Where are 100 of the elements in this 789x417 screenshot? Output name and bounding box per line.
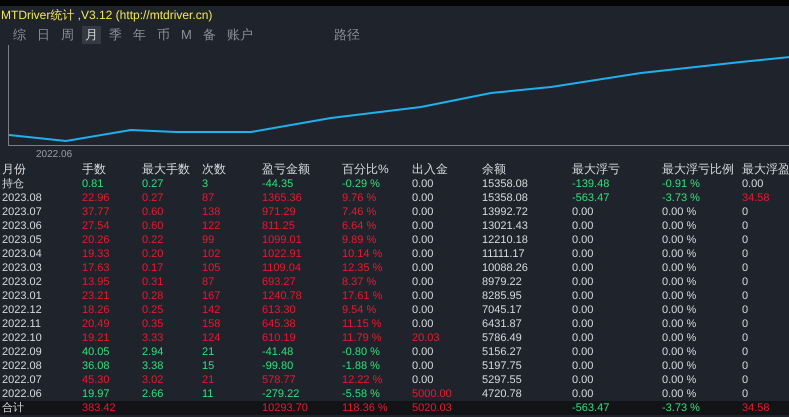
table-cell: 578.77 (262, 374, 296, 386)
table-cell: 0.00 % (662, 318, 696, 330)
row-label: 2022.09 (2, 346, 42, 358)
column-header: 百分比% (342, 162, 389, 176)
table-cell: 8.37 % (342, 276, 376, 288)
table-cell: 9.76 % (342, 192, 376, 204)
tab[interactable]: 备 (200, 26, 219, 44)
table-cell: 0.00 % (662, 248, 696, 260)
table-cell: 5020.03 (412, 402, 452, 414)
table-cell: 7.46 % (342, 206, 376, 218)
table-cell: 0.17 (142, 262, 164, 274)
tab[interactable]: 周 (58, 26, 77, 44)
table-cell: 8285.95 (482, 290, 522, 302)
table-cell: 0.60 (142, 206, 164, 218)
table-cell: 0.00 % (662, 304, 696, 316)
table-cell: 37.77 (82, 206, 110, 218)
table-cell: 8979.22 (482, 276, 522, 288)
table-cell: 11 (202, 388, 214, 400)
table-cell: 0 (742, 290, 748, 302)
tab[interactable]: 币 (154, 26, 173, 44)
table-cell: 0.00 (572, 360, 594, 372)
table-cell: 1109.04 (262, 262, 301, 274)
table-cell: 0 (742, 248, 748, 260)
table-cell: 5156.27 (482, 346, 522, 358)
table-cell: 13.95 (82, 276, 110, 288)
table-cell: 118.36 % (342, 402, 388, 414)
table-cell: 0.00 (572, 206, 594, 218)
table-cell: 87 (202, 192, 214, 204)
table-cell: 124 (202, 332, 220, 344)
table-cell: -0.91 % (662, 178, 700, 190)
table-cell: 0.00 (412, 206, 434, 218)
column-header: 月份 (2, 162, 26, 176)
table-cell: -1.88 % (342, 360, 380, 372)
table-cell: 3.38 (142, 360, 164, 372)
row-label: 2022.08 (2, 360, 42, 372)
table-cell: 383.42 (82, 402, 116, 414)
table-cell: 0.00 % (662, 220, 696, 232)
table-cell: 0 (742, 360, 748, 372)
table-cell: 102 (202, 248, 220, 260)
tab[interactable]: M (178, 26, 195, 44)
column-header: 盈亏金额 (262, 162, 310, 176)
table-cell: 21 (202, 346, 214, 358)
row-label: 2023.04 (2, 248, 42, 260)
table-cell: 0 (742, 234, 748, 246)
table-cell: 142 (202, 304, 220, 316)
table-cell: -99.80 (262, 360, 294, 372)
table-cell: 0.00 (412, 234, 434, 246)
row-label: 2023.08 (2, 192, 42, 204)
row-label: 2023.07 (2, 206, 42, 218)
table-cell: 10088.26 (482, 262, 528, 274)
table-cell: 0.00 (412, 374, 434, 386)
column-header: 余额 (482, 162, 506, 176)
tab[interactable]: 综 (10, 26, 29, 44)
row-label: 2022.10 (2, 332, 42, 344)
table-cell: 87 (202, 276, 214, 288)
table-cell: 15358.08 (482, 178, 528, 190)
table-cell: 19.21 (82, 332, 110, 344)
table-cell: 610.19 (262, 332, 296, 344)
table-cell: 0.00 % (662, 346, 696, 358)
table-cell: 122 (202, 220, 220, 232)
table-cell: 13992.72 (482, 206, 528, 218)
table-cell: 158 (202, 318, 220, 330)
row-label: 2023.05 (2, 234, 42, 246)
table-cell: 0.00 % (662, 290, 696, 302)
table-cell: 10.14 % (342, 248, 382, 260)
tab[interactable]: 路径 (330, 26, 363, 44)
table-cell: 971.29 (262, 206, 296, 218)
table-cell: 0.00 % (662, 234, 696, 246)
window-title: MTDriver统计 ,V3.12 (http://mtdriver.cn) (0, 7, 212, 24)
table-cell: 0 (742, 332, 748, 344)
table-cell: 0 (742, 262, 748, 274)
tab[interactable]: 年 (130, 26, 149, 44)
tab[interactable]: 账户 (224, 26, 256, 44)
table-cell: 13021.43 (482, 220, 528, 232)
table-cell: -563.47 (572, 402, 610, 414)
table-cell: 15 (202, 360, 214, 372)
table-cell: 12.22 % (342, 374, 382, 386)
tab[interactable]: 季 (106, 26, 125, 44)
row-label: 2023.03 (2, 262, 42, 274)
table-cell: 645.38 (262, 318, 296, 330)
row-label: 2022.12 (2, 304, 42, 316)
table-cell: 6431.87 (482, 318, 522, 330)
table-cell: 3.02 (142, 374, 164, 386)
tab[interactable]: 月 (82, 26, 101, 44)
table-cell: -139.48 (572, 178, 610, 190)
tab[interactable]: 日 (34, 26, 53, 44)
table-cell: 0.27 (142, 178, 164, 190)
table-cell: -5.58 % (342, 388, 380, 400)
table-cell: -3.73 % (662, 402, 700, 414)
table-cell: 0.00 (742, 178, 764, 190)
table-cell: 0.60 (142, 220, 164, 232)
table-cell: 0.00 % (662, 360, 696, 372)
table-cell: 0 (742, 220, 748, 232)
table-cell: -563.47 (572, 192, 610, 204)
row-label: 2023.01 (2, 290, 42, 302)
table-cell: 0.00 (412, 262, 434, 274)
table-cell: 0.00 (572, 276, 594, 288)
table-cell: 0.00 (412, 178, 434, 190)
table-cell: 20.03 (412, 332, 440, 344)
table-cell: 5297.55 (482, 374, 522, 386)
